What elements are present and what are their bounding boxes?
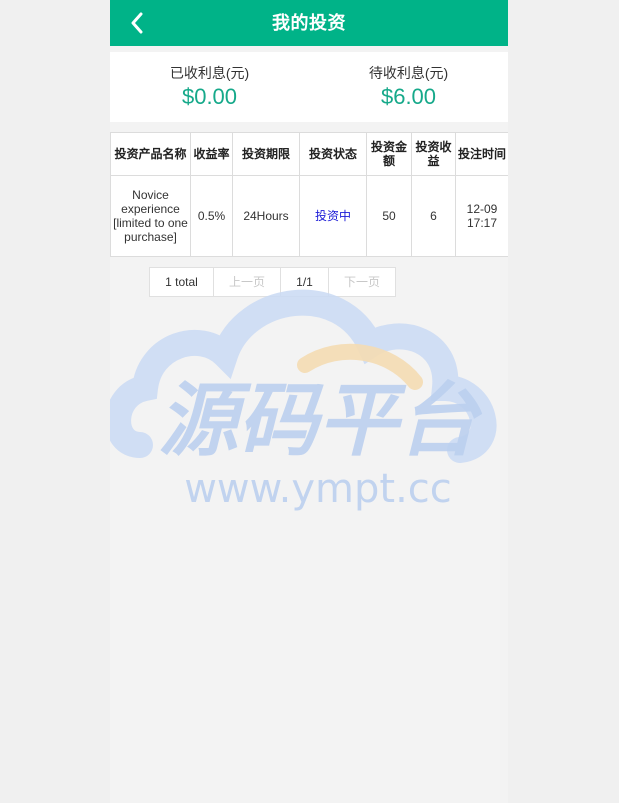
top-bar: 我的投资 (110, 0, 508, 46)
product-name-cell: Novice experience [limited to one purcha… (110, 175, 191, 257)
table-header-row: 投资产品名称 收益率 投资期限 投资状态 投资金额 投资收益 投注时间 (110, 132, 508, 176)
column-header: 投资金额 (366, 132, 412, 176)
rate-cell: 0.5% (190, 175, 233, 257)
status-cell[interactable]: 投资中 (299, 175, 367, 257)
investment-table-container: 投资产品名称 收益率 投资期限 投资状态 投资金额 投资收益 投注时间 Novi… (110, 132, 508, 257)
interest-summary: 已收利息(元) $0.00 待收利息(元) $6.00 (110, 52, 508, 122)
watermark-url: www.ympt.cc (184, 466, 452, 512)
investment-table: 投资产品名称 收益率 投资期限 投资状态 投资金额 投资收益 投注时间 Novi… (110, 132, 508, 257)
table-row: Novice experience [limited to one purcha… (110, 175, 508, 257)
profit-cell: 6 (411, 175, 456, 257)
received-interest-value: $0.00 (181, 84, 238, 109)
pending-interest: 待收利息(元) $6.00 (309, 52, 508, 122)
column-header: 投资期限 (232, 132, 300, 176)
pagination: 1 total 上一页 1/1 下一页 (149, 267, 396, 297)
next-page-button[interactable]: 下一页 (329, 268, 395, 296)
column-header: 投资产品名称 (110, 132, 191, 176)
pending-interest-value: $6.00 (380, 84, 437, 109)
page-title: 我的投资 (272, 13, 346, 33)
pager-total: 1 total (150, 268, 214, 296)
term-cell: 24Hours (232, 175, 300, 257)
received-interest-label: 已收利息(元) (169, 65, 250, 81)
column-header: 收益率 (190, 132, 233, 176)
column-header: 投注时间 (455, 132, 508, 176)
watermark-logo: 源码平台 www.ympt.cc (110, 289, 497, 512)
column-header: 投资状态 (299, 132, 367, 176)
time-cell: 12-09 17:17 (455, 175, 508, 257)
amount-cell: 50 (366, 175, 412, 257)
app-screen: 我的投资 已收利息(元) $0.00 待收利息(元) $6.00 投资产品名称 … (110, 0, 508, 803)
column-header: 投资收益 (411, 132, 456, 176)
received-interest: 已收利息(元) $0.00 (110, 52, 309, 122)
pending-interest-label: 待收利息(元) (368, 65, 449, 81)
prev-page-button[interactable]: 上一页 (214, 268, 281, 296)
watermark-text: 源码平台 (158, 374, 483, 467)
pager-current-page: 1/1 (281, 268, 329, 296)
